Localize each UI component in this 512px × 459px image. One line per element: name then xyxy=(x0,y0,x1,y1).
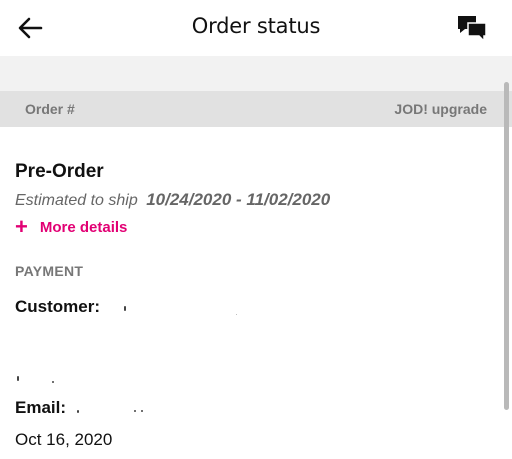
customer-label: Customer: xyxy=(15,297,101,316)
plus-icon: + xyxy=(15,214,28,239)
header-spacer-strip xyxy=(0,56,512,91)
order-date: Oct 16, 2020 xyxy=(15,430,113,449)
redacted-mark xyxy=(77,410,79,413)
redacted-mark xyxy=(124,306,126,311)
redacted-mark xyxy=(141,410,143,412)
jod-upgrade-link[interactable]: JOD! upgrade xyxy=(394,101,487,117)
ship-label: Estimated to ship xyxy=(15,192,138,209)
order-info-bar: Order # JOD! upgrade xyxy=(0,91,512,127)
redacted-mark xyxy=(17,376,19,381)
payment-section-heading: PAYMENT xyxy=(15,263,84,279)
scrollbar[interactable] xyxy=(504,82,509,410)
order-number-label: Order # xyxy=(25,101,75,117)
email-label: Email: xyxy=(15,398,67,417)
redacted-mark xyxy=(52,381,54,383)
page-title: Order status xyxy=(191,14,321,38)
ship-dates: 10/24/2020 - 11/02/2020 xyxy=(146,190,331,209)
estimated-ship-line: Estimated to ship 10/24/2020 - 11/02/202… xyxy=(15,190,330,210)
chat-button[interactable] xyxy=(455,12,489,44)
redacted-mark xyxy=(236,314,237,315)
redacted-mark xyxy=(134,410,136,412)
order-status-heading: Pre-Order xyxy=(15,161,104,182)
chat-bubbles-icon xyxy=(458,16,487,43)
more-details-label: More details xyxy=(39,218,128,236)
app-header: Order status xyxy=(0,0,512,56)
more-details-button[interactable]: + More details xyxy=(15,214,128,239)
